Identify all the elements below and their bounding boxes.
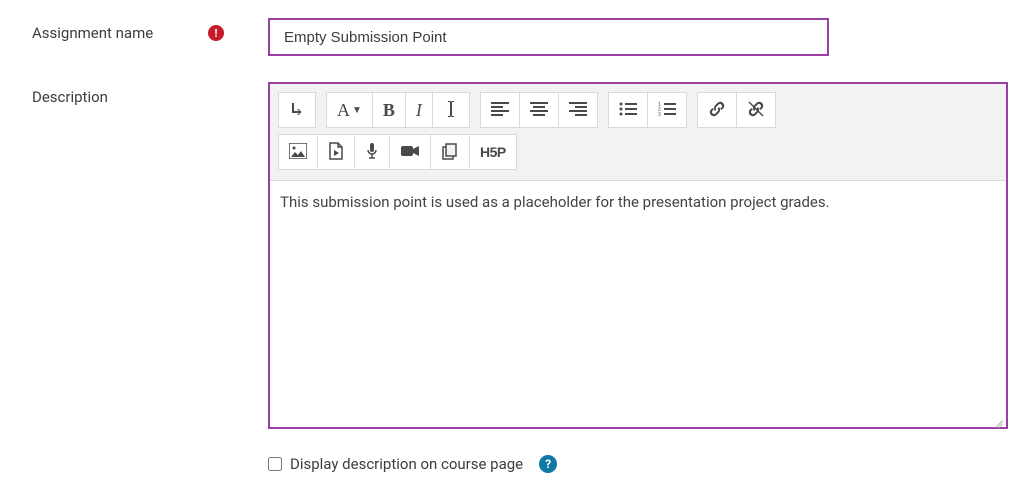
description-label: Description xyxy=(32,88,108,106)
description-editor: A ▼ B I xyxy=(268,82,1008,429)
arrow-down-right-icon xyxy=(289,101,305,120)
ordered-list-button[interactable]: 123 xyxy=(647,92,687,128)
toolbar-group-link xyxy=(697,92,776,128)
media-file-icon xyxy=(328,142,344,163)
toolbar-line-1: A ▼ B I xyxy=(278,92,998,128)
description-label-col: Description xyxy=(32,82,232,106)
unlink-button[interactable] xyxy=(736,92,776,128)
toolbar-line-2: H5P xyxy=(278,134,998,170)
bullet-list-icon xyxy=(619,102,637,119)
display-on-page-row: Display description on course page ? xyxy=(268,455,1024,473)
toolbar-group-text: A ▼ B I xyxy=(326,92,470,128)
align-left-icon xyxy=(491,102,509,119)
description-row: Description A ▼ xyxy=(32,82,1024,429)
resize-handle[interactable] xyxy=(990,411,1004,425)
assignment-name-label: Assignment name xyxy=(32,24,153,42)
italic-button[interactable]: I xyxy=(405,92,433,128)
toolbar-group-align xyxy=(480,92,598,128)
align-right-icon xyxy=(569,102,587,119)
record-audio-button[interactable] xyxy=(354,134,390,170)
display-on-page-checkbox[interactable] xyxy=(268,457,282,471)
italic-icon: I xyxy=(416,100,422,121)
help-icon[interactable]: ? xyxy=(539,455,557,473)
chevron-down-icon: ▼ xyxy=(352,105,362,116)
description-textarea[interactable]: This submission point is used as a place… xyxy=(270,181,1006,427)
align-left-button[interactable] xyxy=(480,92,520,128)
insert-media-button[interactable] xyxy=(317,134,355,170)
assignment-name-field-col xyxy=(268,18,829,56)
files-icon xyxy=(441,142,459,163)
align-center-button[interactable] xyxy=(519,92,559,128)
manage-files-button[interactable] xyxy=(430,134,470,170)
record-video-button[interactable] xyxy=(389,134,431,170)
description-content: This submission point is used as a place… xyxy=(280,193,996,211)
bold-button[interactable]: B xyxy=(372,92,406,128)
toggle-toolbar-button[interactable] xyxy=(278,92,316,128)
toolbar-group-list: 123 xyxy=(608,92,687,128)
assignment-name-label-col: Assignment name ! xyxy=(32,18,232,42)
toolbar-group-expand xyxy=(278,92,316,128)
font-style-button[interactable]: A ▼ xyxy=(326,92,373,128)
assignment-name-input[interactable] xyxy=(268,18,829,56)
font-a-icon: A xyxy=(337,100,350,121)
insert-image-button[interactable] xyxy=(278,134,318,170)
microphone-icon xyxy=(365,142,379,163)
text-cursor-icon xyxy=(443,100,459,121)
image-icon xyxy=(289,143,307,162)
assignment-name-row: Assignment name ! xyxy=(32,18,1024,56)
link-button[interactable] xyxy=(697,92,737,128)
align-center-icon xyxy=(530,102,548,119)
editor-toolbar: A ▼ B I xyxy=(270,84,1006,181)
h5p-button[interactable]: H5P xyxy=(469,134,517,170)
video-camera-icon xyxy=(400,144,420,161)
required-icon: ! xyxy=(208,25,224,41)
ordered-list-icon: 123 xyxy=(658,102,676,119)
h5p-icon: H5P xyxy=(480,144,506,160)
align-right-button[interactable] xyxy=(558,92,598,128)
toolbar-group-media: H5P xyxy=(278,134,517,170)
svg-text:3: 3 xyxy=(658,112,661,116)
bullet-list-button[interactable] xyxy=(608,92,648,128)
text-cursor-button[interactable] xyxy=(432,92,470,128)
bold-icon: B xyxy=(383,100,395,121)
description-field-col: A ▼ B I xyxy=(268,82,1008,429)
display-on-page-label: Display description on course page xyxy=(290,455,523,473)
link-icon xyxy=(708,100,726,121)
unlink-icon xyxy=(747,100,765,121)
